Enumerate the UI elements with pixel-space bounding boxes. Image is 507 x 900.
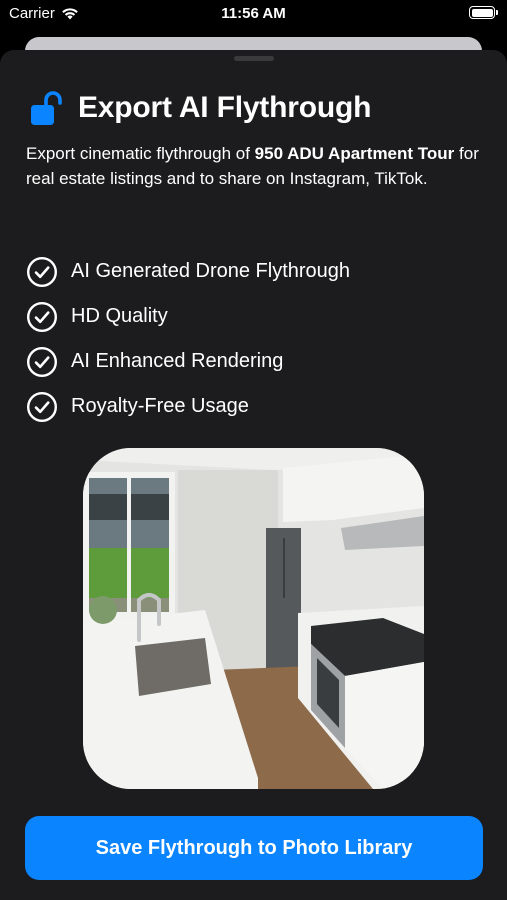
feature-item: AI Generated Drone Flythrough [26, 249, 350, 294]
feature-label: HD Quality [71, 305, 168, 327]
feature-label: AI Generated Drone Flythrough [71, 260, 351, 282]
feature-item: Royalty-Free Usage [26, 384, 350, 429]
battery-icon [469, 6, 498, 19]
checkmark-circle-icon [26, 256, 58, 287]
sheet-grabber[interactable] [233, 56, 274, 61]
status-bar: Carrier 11:56 AM [0, 0, 507, 30]
feature-list: AI Generated Drone Flythrough HD Quality… [26, 249, 350, 429]
feature-label: Royalty-Free Usage [71, 395, 249, 417]
export-description: Export cinematic flythrough of 950 ADU A… [26, 142, 486, 191]
door-mullion [127, 476, 131, 616]
save-to-photo-library-button[interactable]: Save Flythrough to Photo Library [25, 816, 483, 880]
title-row: Export AI Flythrough [28, 90, 371, 126]
page-title: Export AI Flythrough [78, 91, 372, 124]
unlocked-lock-icon [31, 91, 62, 125]
project-name: 950 ADU Apartment Tour [254, 144, 455, 163]
checkmark-circle-icon [26, 346, 58, 377]
checkmark-circle-icon [26, 301, 58, 332]
fridge-handle [283, 538, 285, 598]
battery-level [471, 8, 493, 17]
kitchen-preview-image [83, 448, 424, 789]
kitchen-illustration [83, 448, 424, 789]
plant [89, 596, 117, 624]
status-time: 11:56 AM [221, 5, 286, 22]
checkmark-circle-icon [26, 391, 58, 422]
feature-label: AI Enhanced Rendering [71, 350, 284, 372]
feature-item: AI Enhanced Rendering [26, 339, 350, 384]
feature-item: HD Quality [26, 294, 350, 339]
description-prefix: Export cinematic flythrough of [26, 144, 255, 163]
export-sheet: Export AI Flythrough Export cinematic fl… [0, 50, 507, 900]
